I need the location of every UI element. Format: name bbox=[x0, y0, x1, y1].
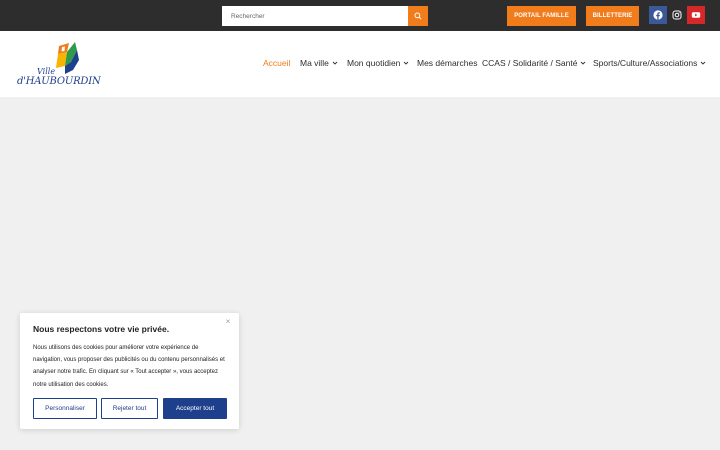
search-button[interactable] bbox=[408, 6, 428, 26]
nav-label: Ma ville bbox=[300, 58, 329, 68]
site-header: Ville d'HAUBOURDIN Accueil Ma ville Mon … bbox=[0, 31, 720, 97]
cookie-title: Nous respectons votre vie privée. bbox=[33, 324, 170, 334]
youtube-link[interactable] bbox=[687, 6, 705, 24]
nav-label: Accueil bbox=[263, 58, 291, 68]
instagram-link[interactable] bbox=[668, 6, 686, 24]
nav-item-ccas[interactable]: CCAS / Solidarité / Santé bbox=[482, 58, 586, 68]
search-icon bbox=[414, 12, 422, 20]
top-bar: PORTAIL FAMILLE BILLETTERIE bbox=[0, 0, 720, 31]
nav-item-ma-ville[interactable]: Ma ville bbox=[300, 58, 338, 68]
nav-item-accueil[interactable]: Accueil bbox=[263, 58, 290, 68]
facebook-icon bbox=[653, 10, 663, 20]
nav-label: Mon quotidien bbox=[347, 58, 401, 68]
close-icon[interactable]: × bbox=[224, 318, 232, 326]
search-input[interactable] bbox=[222, 6, 408, 26]
reject-cookies-button[interactable]: Rejeter tout bbox=[101, 398, 158, 419]
nav-item-sports-culture[interactable]: Sports/Culture/Associations bbox=[593, 58, 706, 68]
instagram-icon bbox=[672, 10, 682, 20]
billetterie-button[interactable]: BILLETTERIE bbox=[586, 6, 639, 26]
nav-item-mon-quotidien[interactable]: Mon quotidien bbox=[347, 58, 409, 68]
chevron-down-icon bbox=[332, 61, 338, 65]
chevron-down-icon bbox=[581, 61, 586, 65]
chevron-down-icon bbox=[404, 61, 409, 65]
search-form bbox=[222, 6, 428, 26]
chevron-down-icon bbox=[701, 61, 706, 65]
nav-label: Mes démarches bbox=[417, 58, 478, 68]
nav-item-mes-demarches[interactable]: Mes démarches bbox=[417, 58, 477, 68]
cookie-consent-banner: × Nous respectons votre vie privée. Nous… bbox=[20, 313, 239, 429]
accept-cookies-button[interactable]: Accepter tout bbox=[163, 398, 227, 419]
cookie-description: Nous utilisons des cookies pour améliore… bbox=[33, 345, 225, 388]
nav-label: CCAS / Solidarité / Santé bbox=[482, 58, 578, 68]
youtube-icon bbox=[691, 12, 701, 18]
logo-name-text: d'HAUBOURDIN bbox=[17, 76, 101, 87]
facebook-link[interactable] bbox=[649, 6, 667, 24]
main-nav: Accueil Ma ville Mon quotidien Mes démar… bbox=[0, 58, 720, 72]
customize-cookies-button[interactable]: Personnaliser bbox=[33, 398, 97, 419]
nav-label: Sports/Culture/Associations bbox=[593, 58, 698, 68]
portail-famille-button[interactable]: PORTAIL FAMILLE bbox=[507, 6, 576, 26]
